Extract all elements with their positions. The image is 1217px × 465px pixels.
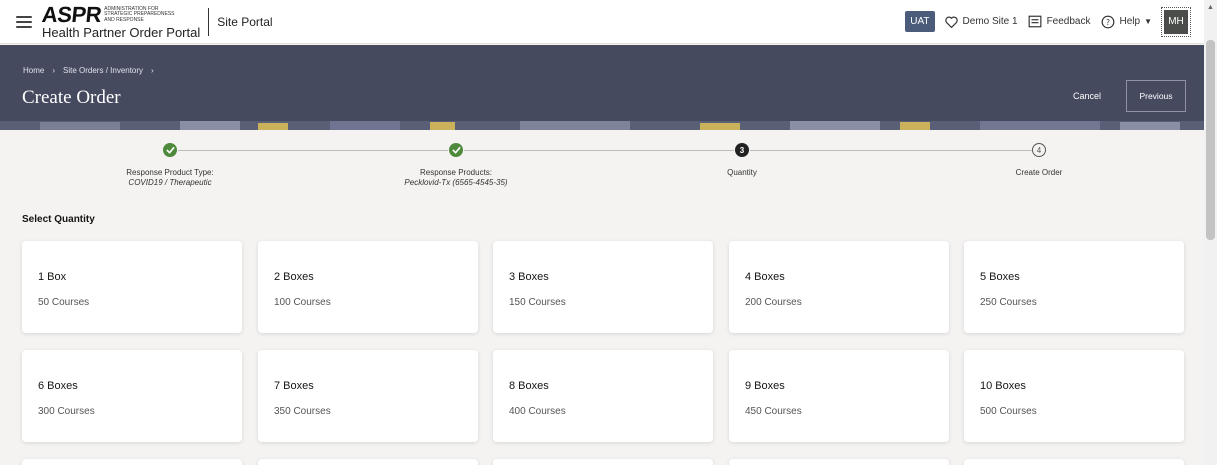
quantity-card-partial[interactable] [964, 459, 1184, 465]
step-label: Quantity [727, 168, 757, 177]
courses-label: 150 Courses [509, 297, 566, 308]
top-bar: ASPR Administration for Strategic Prepar… [0, 0, 1204, 44]
quantity-card-partial[interactable] [729, 459, 949, 465]
aspr-logo[interactable]: ASPR Administration for Strategic Prepar… [40, 2, 201, 40]
order-stepper: 3 4 Response Product Type: COVID19 / The… [0, 140, 1204, 200]
quantity-label: 2 Boxes [274, 271, 314, 283]
previous-button[interactable]: Previous [1126, 80, 1186, 112]
feedback-label: Feedback [1046, 16, 1091, 27]
quantity-card[interactable]: 9 Boxes 450 Courses [729, 350, 949, 442]
step-connector [750, 150, 1032, 151]
breadcrumb-site-orders[interactable]: Site Orders / Inventory [63, 66, 143, 75]
quantity-card-partial[interactable] [258, 459, 478, 465]
quantity-label: 1 Box [38, 271, 67, 283]
courses-label: 450 Courses [745, 406, 802, 417]
env-badge: UAT [905, 11, 935, 32]
courses-label: 500 Courses [980, 406, 1037, 417]
chevron-down-icon: ▼ [1144, 17, 1152, 26]
site-selector[interactable]: Demo Site 1 [944, 16, 1018, 28]
quantity-label: 9 Boxes [745, 380, 785, 392]
step-product-type[interactable]: Response Product Type: COVID19 / Therape… [70, 168, 270, 187]
step-quantity: Quantity [642, 168, 842, 178]
breadcrumb-separator-icon: › [52, 66, 56, 75]
quantity-card[interactable]: 8 Boxes 400 Courses [493, 350, 713, 442]
quantity-label: 8 Boxes [509, 380, 549, 392]
help-label: Help [1119, 16, 1141, 27]
avatar[interactable]: MH [1161, 6, 1191, 37]
step-value: COVID19 / Therapeutic [128, 177, 212, 187]
step-label: Response Product Type: [126, 168, 214, 177]
logo-mark: ASPR [40, 2, 103, 27]
step-complete-icon [449, 143, 463, 157]
header-decorative-pattern [0, 121, 1204, 130]
quantity-label: 5 Boxes [980, 271, 1020, 283]
step-label: Create Order [1015, 168, 1063, 177]
courses-label: 100 Courses [274, 297, 331, 308]
heart-icon [944, 16, 958, 28]
portal-name: Site Portal [217, 14, 273, 29]
step-current-icon: 3 [735, 143, 749, 157]
quantity-card[interactable]: 10 Boxes 500 Courses [964, 350, 1184, 442]
quantity-card[interactable]: 4 Boxes 200 Courses [729, 241, 949, 333]
quantity-label: 10 Boxes [980, 380, 1026, 392]
courses-label: 50 Courses [38, 297, 90, 308]
feedback-button[interactable]: Feedback [1028, 15, 1091, 28]
step-connector [178, 150, 448, 151]
page-title: Create Order [22, 87, 121, 108]
step-complete-icon [163, 143, 177, 157]
quantity-card[interactable]: 7 Boxes 350 Courses [258, 350, 478, 442]
menu-icon[interactable] [16, 15, 32, 28]
quantity-label: 7 Boxes [274, 380, 314, 392]
breadcrumb-separator-icon: › [151, 66, 154, 75]
scroll-up-icon[interactable]: ▲ [1207, 4, 1214, 11]
quantity-card[interactable]: 1 Box 50 Courses [22, 241, 242, 333]
courses-label: 400 Courses [509, 406, 566, 417]
feedback-icon [1028, 15, 1041, 28]
logo-portal-name: Health Partner Order Portal [42, 25, 201, 40]
courses-label: 300 Courses [38, 406, 95, 417]
breadcrumb-home[interactable]: Home [23, 66, 44, 75]
vertical-scrollbar[interactable]: ▲ [1204, 0, 1217, 465]
quantity-card[interactable]: 3 Boxes 150 Courses [493, 241, 713, 333]
courses-label: 200 Courses [745, 297, 802, 308]
courses-label: 250 Courses [980, 297, 1037, 308]
quantity-label: 3 Boxes [509, 271, 549, 283]
help-icon: ? [1101, 15, 1114, 28]
step-label: Response Products: [419, 168, 493, 177]
quantity-label: 6 Boxes [38, 380, 78, 392]
quantity-card-partial[interactable] [493, 459, 713, 465]
help-menu[interactable]: ? Help ▼ [1101, 15, 1152, 29]
breadcrumb: Home › Site Orders / Inventory › [23, 66, 154, 75]
courses-label: 350 Courses [274, 406, 331, 417]
quantity-card-partial[interactable] [22, 459, 242, 465]
step-create-order: Create Order [939, 168, 1139, 178]
step-connector [464, 150, 734, 151]
header-divider [208, 7, 210, 36]
quantity-card[interactable]: 5 Boxes 250 Courses [964, 241, 1184, 333]
header-tools: UAT Demo Site 1 Feedback ? Help ▼ MH [905, 0, 1204, 44]
site-name: Demo Site 1 [962, 16, 1018, 27]
step-pending-icon: 4 [1032, 143, 1046, 157]
scrollbar-thumb[interactable] [1206, 40, 1215, 240]
svg-text:?: ? [1105, 17, 1109, 26]
step-products[interactable]: Response Products: Pecklovid-Tx (6565-45… [356, 168, 556, 187]
section-title: Select Quantity [22, 214, 95, 225]
logo-agency-name: Administration for Strategic Preparednes… [104, 5, 175, 23]
cancel-button[interactable]: Cancel [1073, 91, 1101, 101]
step-value: Pecklovid-Tx (6565-4545-35) [404, 177, 508, 187]
quantity-label: 4 Boxes [745, 271, 785, 283]
quantity-card[interactable]: 6 Boxes 300 Courses [22, 350, 242, 442]
quantity-card[interactable]: 2 Boxes 100 Courses [258, 241, 478, 333]
page-header: Home › Site Orders / Inventory › Create … [0, 45, 1204, 127]
